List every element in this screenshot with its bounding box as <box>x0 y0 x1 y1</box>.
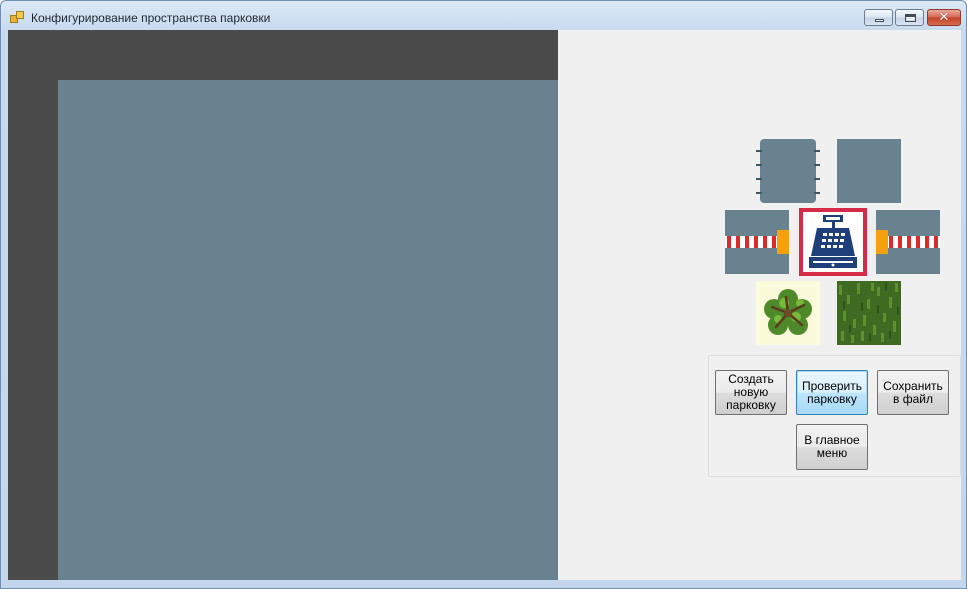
entry-barrier-tile[interactable] <box>725 210 789 274</box>
parking-field[interactable] <box>58 80 558 580</box>
close-button[interactable]: ✕ <box>927 9 961 26</box>
parking-canvas[interactable] <box>8 30 558 580</box>
exit-barrier-tile[interactable] <box>876 210 940 274</box>
maximize-button[interactable] <box>895 9 924 26</box>
save-file-button[interactable]: Сохранить в файл <box>877 370 949 415</box>
client-area: Создать новую парковку Проверить парковк… <box>8 30 961 580</box>
title-bar[interactable]: Конфигурирование пространства парковки ✕ <box>1 1 966 30</box>
app-icon <box>10 11 24 23</box>
cash-register-icon <box>809 215 857 268</box>
main-menu-button[interactable]: В главное меню <box>796 424 868 470</box>
exit-barrier-icon <box>876 210 940 274</box>
grass-icon <box>837 281 901 345</box>
window-title: Конфигурирование пространства парковки <box>31 11 271 25</box>
minimize-button[interactable] <box>864 9 893 26</box>
create-parking-button[interactable]: Создать новую парковку <box>715 370 787 415</box>
cash-register-tile[interactable] <box>799 208 867 276</box>
main-window: Конфигурирование пространства парковки ✕ <box>0 0 967 589</box>
entry-barrier-icon <box>725 210 789 274</box>
check-parking-button[interactable]: Проверить парковку <box>796 370 868 415</box>
road-tile[interactable] <box>837 139 901 203</box>
maximize-icon <box>905 14 916 22</box>
tree-icon <box>764 289 812 335</box>
close-icon: ✕ <box>938 10 950 25</box>
grass-tile[interactable] <box>837 281 901 345</box>
minimize-icon <box>875 19 884 22</box>
parking-spot-icon <box>756 139 820 203</box>
parking-spot-tile[interactable] <box>756 139 820 203</box>
tree-tile[interactable] <box>756 281 820 345</box>
